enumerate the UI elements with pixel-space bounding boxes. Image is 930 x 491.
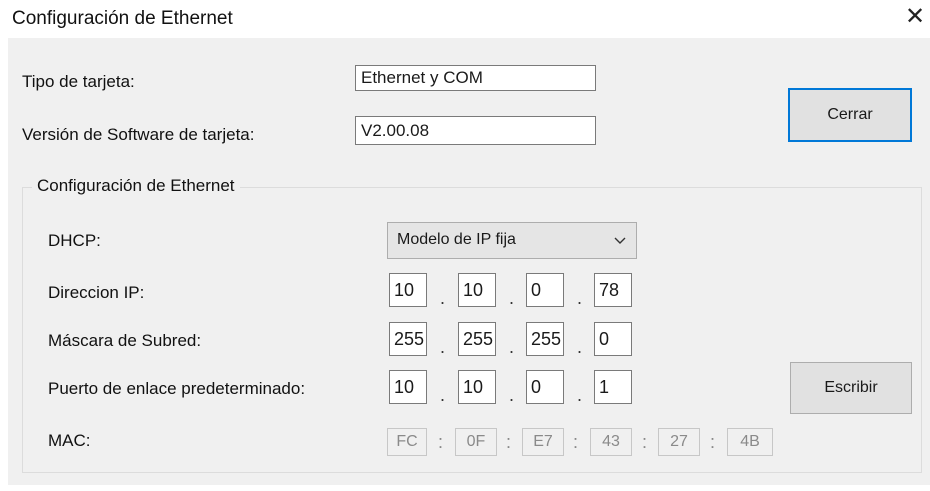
- mask-octet-2[interactable]: 255: [458, 322, 496, 356]
- mac-byte-5: 27: [658, 428, 700, 456]
- mac-byte-2: 0F: [455, 428, 497, 456]
- ethernet-group-title: Configuración de Ethernet: [32, 176, 240, 196]
- ip-separator: .: [440, 385, 446, 405]
- software-version-label: Versión de Software de tarjeta:: [22, 125, 255, 144]
- ip-separator: .: [440, 337, 446, 357]
- ip-address-label: Direccion IP:: [48, 283, 145, 302]
- title-bar: Configuración de Ethernet ✕: [0, 0, 930, 38]
- mac-separator: :: [573, 432, 579, 452]
- mask-octet-4[interactable]: 0: [594, 322, 632, 356]
- subnet-mask-label: Máscara de Subred:: [48, 331, 202, 350]
- ip-separator: .: [577, 288, 583, 308]
- mac-byte-6: 4B: [727, 428, 773, 456]
- mac-byte-1: FC: [387, 428, 427, 456]
- chevron-down-icon: [614, 237, 626, 244]
- gateway-octet-1[interactable]: 10: [389, 370, 427, 404]
- close-icon[interactable]: ✕: [902, 3, 928, 31]
- ip-octet-2[interactable]: 10: [458, 273, 496, 307]
- dhcp-dropdown[interactable]: Modelo de IP fija: [387, 222, 637, 259]
- software-version-field[interactable]: V2.00.08: [355, 116, 596, 145]
- mac-separator: :: [710, 432, 716, 452]
- mask-octet-1[interactable]: 255: [389, 322, 427, 356]
- mac-separator: :: [438, 432, 444, 452]
- mac-separator: :: [506, 432, 512, 452]
- mac-separator: :: [642, 432, 648, 452]
- dhcp-selected-value: Modelo de IP fija: [397, 231, 516, 248]
- mask-octet-3[interactable]: 255: [526, 322, 564, 356]
- write-button[interactable]: Escribir: [790, 362, 912, 414]
- gateway-octet-2[interactable]: 10: [458, 370, 496, 404]
- gateway-octet-3[interactable]: 0: [526, 370, 564, 404]
- close-button[interactable]: Cerrar: [788, 88, 912, 142]
- ip-octet-4[interactable]: 78: [594, 273, 632, 307]
- dhcp-label: DHCP:: [48, 231, 101, 250]
- ip-separator: .: [577, 337, 583, 357]
- gateway-label: Puerto de enlace predeterminado:: [48, 379, 306, 398]
- ip-octet-3[interactable]: 0: [526, 273, 564, 307]
- ip-separator: .: [509, 337, 515, 357]
- card-type-field[interactable]: Ethernet y COM: [355, 65, 596, 91]
- ip-octet-1[interactable]: 10: [389, 273, 427, 307]
- window-title: Configuración de Ethernet: [12, 8, 233, 29]
- ip-separator: .: [577, 385, 583, 405]
- mac-byte-4: 43: [590, 428, 632, 456]
- card-type-label: Tipo de tarjeta:: [22, 72, 135, 91]
- ip-separator: .: [440, 288, 446, 308]
- ip-separator: .: [509, 288, 515, 308]
- mac-label: MAC:: [48, 431, 91, 450]
- gateway-octet-4[interactable]: 1: [594, 370, 632, 404]
- mac-byte-3: E7: [522, 428, 564, 456]
- ip-separator: .: [509, 385, 515, 405]
